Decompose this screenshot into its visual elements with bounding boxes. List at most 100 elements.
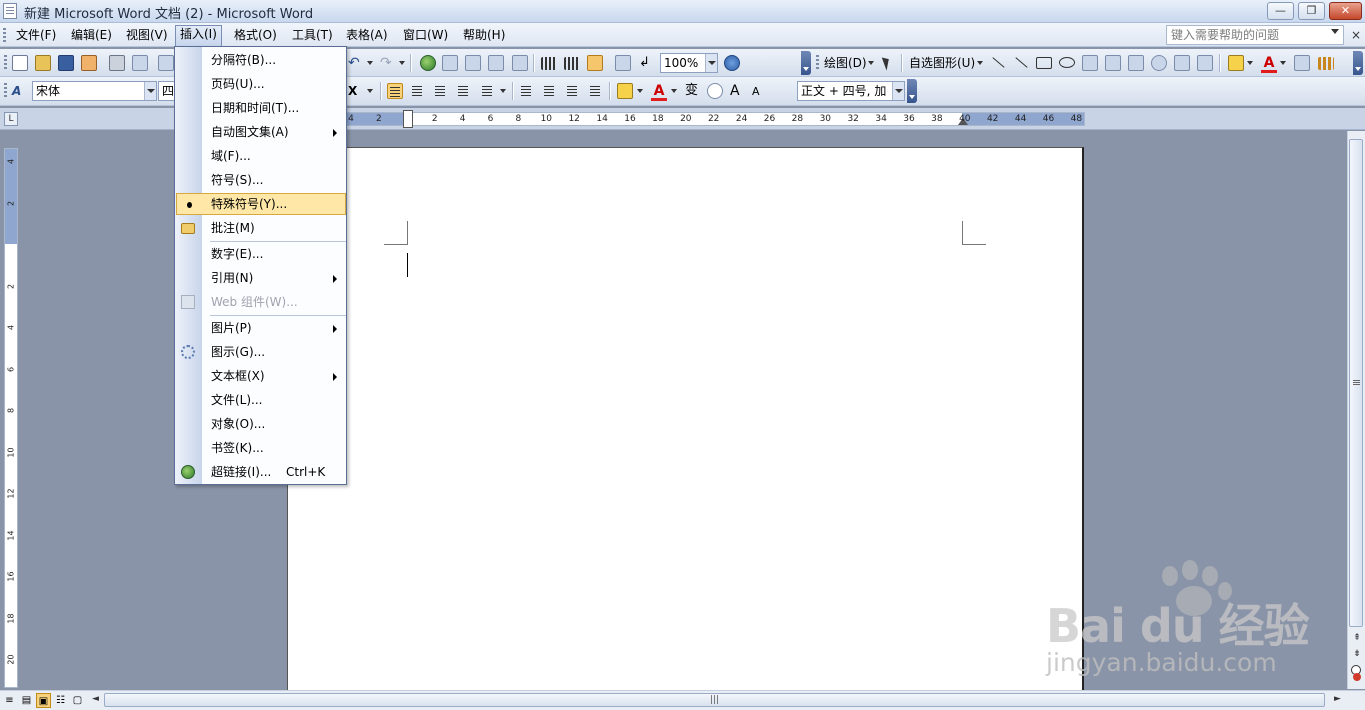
- line-icon[interactable]: [990, 55, 1006, 71]
- menu-edit[interactable]: 编辑(E): [67, 26, 116, 44]
- zoom-select[interactable]: 100%: [660, 53, 718, 73]
- font-name-dropdown-icon[interactable]: [144, 82, 156, 100]
- 3d-style-icon[interactable]: [1318, 57, 1334, 70]
- menu-item-picture[interactable]: 图片(P): [176, 317, 346, 339]
- web-layout-view-button[interactable]: ▤: [19, 693, 34, 708]
- restore-button[interactable]: ❐: [1298, 2, 1325, 20]
- menu-help[interactable]: 帮助(H): [459, 26, 509, 44]
- shadow-icon[interactable]: [1294, 55, 1310, 71]
- horizontal-scroll-thumb[interactable]: |||: [104, 693, 1325, 707]
- scroll-left-arrow-icon[interactable]: ◄: [92, 694, 99, 704]
- menu-tools[interactable]: 工具(T): [288, 26, 337, 44]
- first-line-indent-marker[interactable]: [403, 110, 413, 128]
- menu-item-page-numbers[interactable]: 页码(U)...: [176, 73, 346, 95]
- oval-icon[interactable]: [1059, 57, 1075, 68]
- font-color-icon[interactable]: A: [651, 83, 667, 101]
- toolbar-grip[interactable]: [816, 55, 819, 71]
- outline-view-button[interactable]: ☷: [53, 693, 68, 708]
- menu-item-number[interactable]: 数字(E)...: [176, 243, 346, 265]
- read-mode-icon[interactable]: [615, 55, 631, 71]
- document-page[interactable]: [287, 147, 1084, 690]
- drawing-icon[interactable]: [564, 57, 580, 70]
- undo-icon[interactable]: ↶: [348, 55, 364, 71]
- style-dropdown-icon[interactable]: [892, 82, 904, 100]
- minimize-button[interactable]: —: [1267, 2, 1294, 20]
- menu-insert[interactable]: 插入(I): [175, 25, 222, 47]
- menu-table[interactable]: 表格(A): [342, 26, 392, 44]
- print-layout-view-button[interactable]: ▣: [36, 693, 51, 708]
- style-select[interactable]: 正文 + 四号, 加: [797, 81, 905, 101]
- tables-borders-icon[interactable]: [442, 55, 458, 71]
- word-document-icon[interactable]: [3, 3, 17, 19]
- menu-item-file[interactable]: 文件(L)...: [176, 389, 346, 411]
- columns-icon[interactable]: [512, 55, 528, 71]
- open-icon[interactable]: [35, 55, 51, 71]
- insert-excel-icon[interactable]: [488, 55, 504, 71]
- font-color-dropdown-icon[interactable]: [1280, 61, 1286, 65]
- redo-icon[interactable]: ↷: [380, 55, 396, 71]
- horizontal-scrollbar[interactable]: ≡ ▤ ▣ ☷ ▢ ◄ ||| ►: [0, 690, 1365, 710]
- help-dropdown-arrow-icon[interactable]: [1331, 29, 1339, 34]
- normal-view-button[interactable]: ≡: [2, 693, 17, 708]
- character-scale-icon[interactable]: X: [348, 83, 364, 99]
- font-name-select[interactable]: 宋体: [32, 81, 157, 101]
- menu-item-date-time[interactable]: 日期和时间(T)...: [176, 97, 346, 119]
- scroll-right-arrow-icon[interactable]: ►: [1334, 694, 1341, 704]
- increase-indent-icon[interactable]: [588, 83, 604, 99]
- clip-art-icon[interactable]: [1174, 55, 1190, 71]
- arrow-icon[interactable]: [1013, 55, 1029, 71]
- new-document-icon[interactable]: [12, 55, 28, 71]
- undo-dropdown-icon[interactable]: [367, 61, 373, 65]
- align-justify-icon[interactable]: [387, 83, 403, 99]
- insert-picture-icon[interactable]: [1197, 55, 1213, 71]
- highlight-dropdown-icon[interactable]: [637, 89, 643, 93]
- tab-selector[interactable]: L: [4, 112, 18, 126]
- toolbar-grip[interactable]: [4, 55, 7, 71]
- menu-file[interactable]: 文件(F): [12, 26, 60, 44]
- print-icon[interactable]: [109, 55, 125, 71]
- vertical-scrollbar[interactable]: ⇞ ⇟: [1347, 131, 1365, 689]
- toolbar-grip[interactable]: [4, 83, 7, 99]
- menu-item-field[interactable]: 域(F)...: [176, 145, 346, 167]
- line-spacing-icon[interactable]: [480, 83, 496, 99]
- menu-item-comment[interactable]: 批注(M): [176, 217, 346, 239]
- shrink-font-icon[interactable]: A: [752, 83, 768, 99]
- font-color-dropdown-icon[interactable]: [671, 89, 677, 93]
- line-spacing-dropdown-icon[interactable]: [500, 89, 506, 93]
- text-box-icon[interactable]: [1082, 55, 1098, 71]
- rectangle-icon[interactable]: [1036, 57, 1052, 69]
- diagram-icon[interactable]: [1151, 55, 1167, 71]
- align-center-icon[interactable]: [410, 83, 426, 99]
- next-page-button[interactable]: ⇟: [1350, 647, 1364, 661]
- enclose-characters-icon[interactable]: [707, 83, 723, 99]
- print-preview-icon[interactable]: [132, 55, 148, 71]
- autoshapes-dropdown-icon[interactable]: [977, 61, 983, 65]
- fill-color-icon[interactable]: [1228, 55, 1244, 71]
- menu-format[interactable]: 格式(O): [230, 26, 281, 44]
- toolbar-options-icon[interactable]: [1353, 51, 1363, 75]
- document-close-button[interactable]: ×: [1351, 28, 1361, 42]
- draw-menu-button[interactable]: 绘图(D): [824, 55, 867, 71]
- zoom-dropdown-icon[interactable]: [705, 54, 717, 72]
- horizontal-ruler[interactable]: 4 2 2 4 6 8 10 12 14 16 18 20 22 24 26 28 30 32 34 36 38 40 42…: [345, 110, 1085, 128]
- save-icon[interactable]: [58, 55, 74, 71]
- menubar-grip[interactable]: [3, 28, 6, 42]
- menu-item-reference[interactable]: 引用(N): [176, 267, 346, 289]
- document-map-icon[interactable]: [541, 57, 557, 70]
- select-objects-icon[interactable]: [880, 55, 896, 71]
- previous-page-button[interactable]: ⇞: [1350, 631, 1364, 645]
- menu-item-diagram[interactable]: 图示(G)...: [176, 341, 346, 363]
- reading-layout-view-button[interactable]: ▢: [70, 693, 85, 708]
- fill-color-dropdown-icon[interactable]: [1247, 61, 1253, 65]
- close-button[interactable]: ✕: [1329, 2, 1362, 20]
- menu-item-break[interactable]: 分隔符(B)...: [176, 49, 346, 71]
- vertical-scroll-thumb[interactable]: [1349, 139, 1363, 627]
- menu-item-text-box[interactable]: 文本框(X): [176, 365, 346, 387]
- highlight-icon[interactable]: [617, 83, 633, 99]
- font-color-icon[interactable]: A: [1261, 55, 1277, 73]
- menu-window[interactable]: 窗口(W): [399, 26, 452, 44]
- align-right-icon[interactable]: [433, 83, 449, 99]
- decrease-indent-icon[interactable]: [565, 83, 581, 99]
- format-painter-icon[interactable]: ↲: [639, 55, 655, 71]
- menu-item-hyperlink[interactable]: 超链接(I)... Ctrl+K: [176, 461, 346, 483]
